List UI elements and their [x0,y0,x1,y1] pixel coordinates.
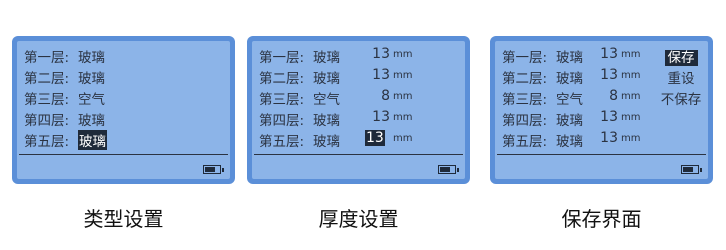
layer-type-value: 玻璃 [313,50,340,66]
layer-type-value: 玻璃 [313,113,340,129]
unit-label: mm [621,91,641,102]
layer-type-value: 空气 [556,92,583,108]
thickness-value: 13 [600,109,618,125]
thickness-value: 8 [609,88,618,104]
layer-type-value: 玻璃 [556,134,583,150]
thickness-value-selected[interactable]: 13 [365,130,385,146]
divider [254,154,463,155]
thickness-value: 13 [600,67,618,83]
layer-label: 第三层: [502,92,548,108]
layer-row: 第二层: 玻璃 [24,66,226,87]
thickness-value[interactable]: 13 [362,67,390,83]
lcd-screen: 第一层: 玻璃 13 mm 第二层: 玻璃 13 mm 第三层: 空气 8 mm… [495,41,708,179]
unit-label: mm [621,49,641,60]
layer-row: 第五层: 玻璃 13 mm [502,129,704,150]
layer-type-value: 空气 [313,92,340,108]
unit-label: mm [621,70,641,81]
battery-fill [683,167,693,172]
layer-type-value: 玻璃 [313,134,340,150]
reset-menu-item[interactable]: 重设 [659,67,703,87]
battery-fill [440,167,450,172]
layer-label: 第四层: [24,113,70,129]
thickness-value: 13 [600,46,618,62]
layer-label: 第五层: [24,134,70,150]
battery-icon [438,165,459,174]
unit-label: mm [393,49,413,60]
unit-label: mm [621,112,641,123]
layer-label: 第五层: [502,134,548,150]
lcd-screen: 第一层: 玻璃 13 mm 第二层: 玻璃 13 mm 第三层: 空气 8 mm… [252,41,465,179]
layer-label: 第一层: [502,50,548,66]
battery-icon [203,165,224,174]
divider [19,154,228,155]
thickness-value: 13 [600,130,618,146]
layer-type-value: 玻璃 [556,113,583,129]
layer-row: 第四层: 玻璃 [24,108,226,129]
layer-type-value[interactable]: 空气 [78,88,105,108]
divider [497,154,706,155]
layer-type-value-selected[interactable]: 玻璃 [78,130,107,150]
unit-label: mm [393,112,413,123]
layer-label: 第二层: [259,71,305,87]
layer-row: 第一层: 玻璃 [24,45,226,66]
layer-row: 第四层: 玻璃 13 mm [259,108,461,129]
panel-caption: 类型设置 [83,207,164,231]
layer-type-value: 玻璃 [313,71,340,87]
layer-type-value[interactable]: 玻璃 [78,109,105,129]
save-option-selected[interactable]: 保存 [664,50,698,66]
unit-label: mm [393,70,413,81]
layer-label: 第五层: [259,134,305,150]
unit-label: mm [393,133,413,144]
thickness-settings-panel: 第一层: 玻璃 13 mm 第二层: 玻璃 13 mm 第三层: 空气 8 mm… [247,36,470,184]
discard-menu-item[interactable]: 不保存 [659,88,703,108]
layer-row: 第三层: 空气 [24,87,226,108]
unit-label: mm [621,133,641,144]
layer-label: 第一层: [259,50,305,66]
save-menu-item[interactable]: 保存 [659,46,703,66]
lcd-screen: 第一层: 玻璃 第二层: 玻璃 第三层: 空气 第四层: 玻璃 第五层: 玻璃 [17,41,230,179]
layer-row: 第四层: 玻璃 13 mm [502,108,704,129]
layer-row: 第一层: 玻璃 13 mm [259,45,461,66]
layer-label: 第二层: [24,71,70,87]
battery-icon [681,165,702,174]
panel-caption: 保存界面 [561,207,642,231]
layer-row: 第三层: 空气 8 mm [259,87,461,108]
layer-label: 第二层: [502,71,548,87]
unit-label: mm [393,91,413,102]
layer-label: 第四层: [502,113,548,129]
layer-type-value[interactable]: 玻璃 [78,46,105,66]
thickness-value[interactable]: 13 [362,46,390,62]
layer-type-value[interactable]: 玻璃 [78,67,105,87]
layer-label: 第三层: [259,92,305,108]
layer-type-value: 玻璃 [556,71,583,87]
thickness-value[interactable]: 13 [362,109,390,125]
layer-row: 第五层: 玻璃 13 mm [259,129,461,150]
type-settings-panel: 第一层: 玻璃 第二层: 玻璃 第三层: 空气 第四层: 玻璃 第五层: 玻璃 [12,36,235,184]
layer-row: 第二层: 玻璃 13 mm [259,66,461,87]
panel-caption: 厚度设置 [318,207,399,231]
layer-row: 第五层: 玻璃 [24,129,226,150]
layer-type-value: 玻璃 [556,50,583,66]
battery-fill [205,167,215,172]
thickness-value[interactable]: 8 [362,88,390,104]
layer-label: 第一层: [24,50,70,66]
layer-label: 第四层: [259,113,305,129]
layer-label: 第三层: [24,92,70,108]
save-panel: 第一层: 玻璃 13 mm 第二层: 玻璃 13 mm 第三层: 空气 8 mm… [490,36,713,184]
